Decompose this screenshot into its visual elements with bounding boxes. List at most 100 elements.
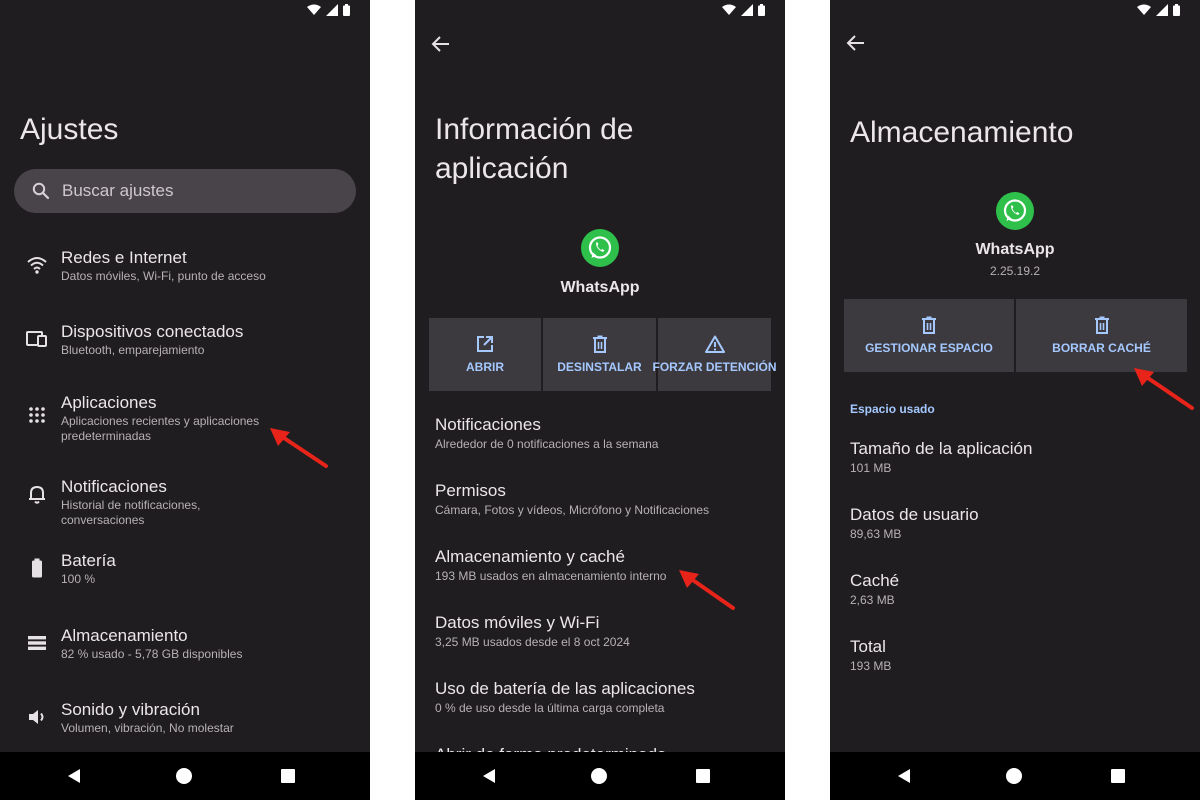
red-arrow-annotation <box>1134 368 1194 410</box>
wifi-status-icon <box>1137 4 1151 15</box>
search-bar[interactable]: Buscar ajustes <box>14 169 356 213</box>
status-bar <box>415 0 785 22</box>
storage-item-total: Total 193 MB <box>850 636 1190 674</box>
nav-recents-icon[interactable] <box>1111 769 1125 783</box>
nav-home-icon[interactable] <box>1006 768 1022 784</box>
list-item-bateria[interactable]: Uso de batería de las aplicaciones 0 % d… <box>435 678 775 716</box>
item-value: 101 MB <box>850 461 892 475</box>
item-title: Caché <box>850 571 900 590</box>
signal-icon <box>326 4 338 16</box>
item-value: 2,63 MB <box>850 593 895 607</box>
nav-home-icon[interactable] <box>176 768 192 784</box>
battery-status-icon <box>1173 4 1180 16</box>
setting-title: Redes e Internet <box>61 248 187 267</box>
action-buttons: GESTIONAR ESPACIO BORRAR CACHÉ <box>844 299 1187 372</box>
nav-recents-icon[interactable] <box>696 769 710 783</box>
list-item-permisos[interactable]: Permisos Cámara, Fotos y vídeos, Micrófo… <box>435 480 775 518</box>
wifi-status-icon <box>722 4 736 15</box>
volume-icon <box>29 710 44 724</box>
nav-back-icon[interactable] <box>66 768 82 784</box>
page-title: Almacenamiento <box>850 116 1074 149</box>
action-buttons: ABRIR DESINSTALAR FORZAR DETENCIÓN <box>429 318 777 391</box>
item-title: Almacenamiento y caché <box>435 547 625 566</box>
action-label: BORRAR CACHÉ <box>1052 341 1151 355</box>
trash-icon <box>922 316 936 334</box>
search-icon <box>32 182 50 200</box>
setting-item-redes[interactable]: Redes e Internet Datos móviles, Wi-Fi, p… <box>0 247 370 307</box>
navigation-bar <box>830 752 1200 800</box>
nav-back-icon[interactable] <box>481 768 497 784</box>
list-item-notificaciones[interactable]: Notificaciones Alrededor de 0 notificaci… <box>435 414 775 452</box>
force-stop-button[interactable]: FORZAR DETENCIÓN <box>653 318 777 391</box>
navigation-bar <box>415 752 785 800</box>
uninstall-button[interactable]: DESINSTALAR <box>543 318 656 391</box>
setting-title: Dispositivos conectados <box>61 322 244 341</box>
signal-icon <box>1156 4 1168 16</box>
wifi-icon <box>27 257 47 274</box>
app-info-screen: Información de aplicación WhatsApp ABRIR… <box>415 0 785 800</box>
item-title: Datos de usuario <box>850 505 979 524</box>
whatsapp-logo-icon <box>996 192 1034 230</box>
navigation-bar <box>0 752 370 800</box>
setting-subtitle: Volumen, vibración, No molestar <box>61 721 234 735</box>
setting-subtitle: Datos móviles, Wi-Fi, punto de acceso <box>61 269 266 283</box>
item-title: Uso de batería de las aplicaciones <box>435 679 695 698</box>
clear-cache-button[interactable]: BORRAR CACHÉ <box>1016 299 1187 372</box>
status-bar <box>830 0 1200 22</box>
setting-subtitle: 100 % <box>61 572 96 586</box>
setting-title: Almacenamiento <box>61 626 188 645</box>
page-title: Ajustes <box>20 113 119 146</box>
setting-title: Batería <box>61 551 116 570</box>
storage-item-app-size: Tamaño de la aplicación 101 MB <box>850 438 1190 476</box>
setting-subtitle: 82 % usado - 5,78 GB disponibles <box>61 647 243 661</box>
action-label: ABRIR <box>466 360 504 374</box>
setting-title: Sonido y vibración <box>61 700 200 719</box>
item-subtitle: 3,25 MB usados desde el 8 oct 2024 <box>435 635 630 649</box>
setting-item-bateria[interactable]: Batería 100 % <box>0 550 370 610</box>
item-title: Permisos <box>435 481 506 500</box>
storage-item-cache: Caché 2,63 MB <box>850 570 1190 608</box>
back-arrow-icon[interactable] <box>429 32 453 56</box>
open-external-icon <box>477 336 493 352</box>
setting-item-notificaciones[interactable]: Notificaciones Historial de notificacion… <box>0 476 370 536</box>
manage-space-button[interactable]: GESTIONAR ESPACIO <box>844 299 1014 372</box>
back-arrow-icon[interactable] <box>844 31 868 55</box>
battery-icon <box>32 558 42 578</box>
bell-icon <box>29 485 45 504</box>
setting-title: Aplicaciones <box>61 393 157 412</box>
action-label: DESINSTALAR <box>557 360 642 374</box>
warning-icon <box>704 335 725 353</box>
setting-item-almacenamiento[interactable]: Almacenamiento 82 % usado - 5,78 GB disp… <box>0 625 370 685</box>
whatsapp-logo-icon <box>581 229 619 267</box>
nav-home-icon[interactable] <box>591 768 607 784</box>
open-button[interactable]: ABRIR <box>429 318 541 391</box>
trash-icon <box>592 335 607 353</box>
setting-subtitle: Historial de notificaciones, conversacio… <box>61 498 201 527</box>
item-title: Notificaciones <box>435 415 541 434</box>
apps-grid-icon <box>29 407 45 423</box>
battery-status-icon <box>343 4 350 16</box>
storage-screen: Almacenamiento WhatsApp 2.25.19.2 GESTIO… <box>830 0 1200 800</box>
settings-screen: Ajustes Buscar ajustes Redes e Internet … <box>0 0 370 800</box>
item-value: 89,63 MB <box>850 527 902 541</box>
status-bar <box>0 0 370 22</box>
wifi-status-icon <box>307 4 321 15</box>
item-value: 193 MB <box>850 659 892 673</box>
setting-item-dispositivos[interactable]: Dispositivos conectados Bluetooth, empar… <box>0 321 370 381</box>
signal-icon <box>741 4 753 16</box>
list-item-datos-moviles[interactable]: Datos móviles y Wi-Fi 3,25 MB usados des… <box>435 612 775 650</box>
nav-back-icon[interactable] <box>896 768 912 784</box>
action-label: FORZAR DETENCIÓN <box>652 360 777 374</box>
app-version: 2.25.19.2 <box>989 264 1041 278</box>
item-subtitle: 0 % de uso desde la última carga complet… <box>435 701 665 715</box>
storage-item-user-data: Datos de usuario 89,63 MB <box>850 504 1190 542</box>
item-subtitle: Alrededor de 0 notificaciones a la seman… <box>435 437 659 451</box>
item-subtitle: Cámara, Fotos y vídeos, Micrófono y Noti… <box>435 503 710 517</box>
item-title: Tamaño de la aplicación <box>850 439 1033 458</box>
nav-recents-icon[interactable] <box>281 769 295 783</box>
page-title-line1: Información de <box>435 113 634 146</box>
battery-status-icon <box>758 4 765 16</box>
setting-item-sonido[interactable]: Sonido y vibración Volumen, vibración, N… <box>0 699 370 759</box>
devices-icon <box>26 331 47 347</box>
section-header: Espacio usado <box>850 402 935 416</box>
